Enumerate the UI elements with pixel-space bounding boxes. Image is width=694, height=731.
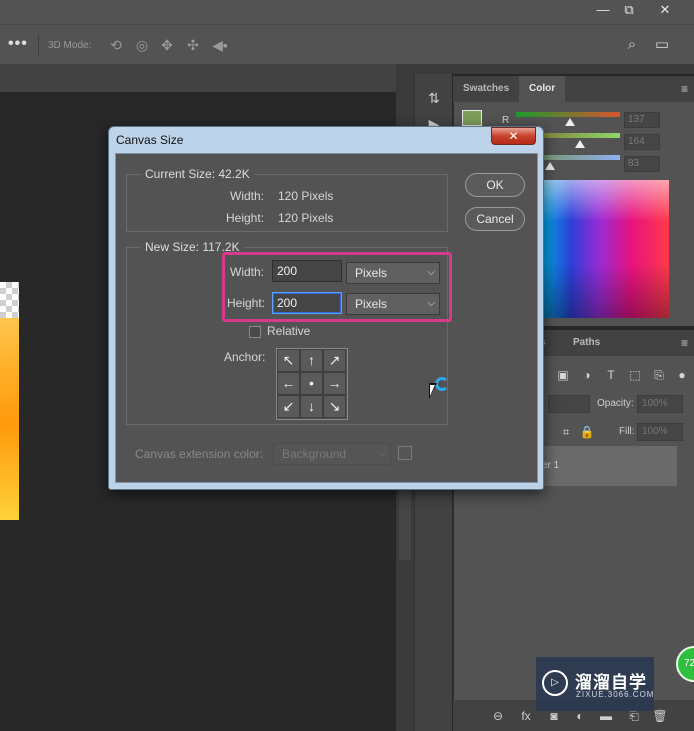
history-icon[interactable]: ⇅ [424,88,444,108]
current-width-value: 120 Pixels [278,189,334,203]
filter-toggle-icon[interactable]: ● [674,367,690,383]
annotation-highlight-box [222,252,452,322]
roll-3d-icon[interactable]: ◎ [132,35,152,55]
layer-row[interactable]: er 1 [538,446,677,486]
extension-color-value: Background [282,447,347,461]
anchor-top-right-icon[interactable]: ↗ [323,349,346,372]
panel-menu-icon[interactable]: ≡ [681,82,688,96]
dock-collapse-bar[interactable] [414,64,694,74]
color-spectrum-field[interactable] [543,180,669,318]
anchor-top-icon[interactable]: ↑ [300,349,323,372]
fill-label: Fill: [619,426,635,437]
dialog-close-button[interactable]: ✕ [491,127,536,145]
red-slider[interactable] [516,112,620,117]
more-options-button[interactable]: ••• [8,35,28,53]
red-value-field[interactable]: 137 [624,112,660,128]
cancel-button[interactable]: Cancel [465,207,525,231]
search-icon[interactable]: ⌕ [622,35,642,55]
extension-color-select[interactable]: Background ⌵ [273,443,391,465]
restore-button[interactable]: ⧉ [614,0,644,20]
anchor-grid: ↖ ↑ ↗ ← • → ↙ ↓ ↘ [276,348,348,420]
opacity-field[interactable]: 100% [637,395,683,413]
green-slider-thumb[interactable] [575,140,585,148]
ok-button[interactable]: OK [465,173,525,197]
busy-cursor-icon [435,377,449,391]
watermark-play-icon: ▷ [542,670,568,696]
blend-mode-select[interactable] [548,395,590,413]
orbit-3d-icon[interactable]: ⟲ [106,35,126,55]
link-layers-icon[interactable]: ⊖ [490,708,506,724]
layers-panel-menu-icon[interactable]: ≡ [681,336,688,350]
drag-3d-icon[interactable]: ✥ [157,35,177,55]
foreground-color-swatch[interactable] [462,110,482,126]
lock-icon[interactable]: 🔒 [579,424,595,440]
transparency-checker [0,282,19,318]
lock-position-icon[interactable]: ⌗ [558,424,574,440]
close-window-button[interactable]: ✕ [650,0,680,20]
anchor-bottom-icon[interactable]: ↓ [300,395,323,418]
opacity-label: Opacity: [597,398,634,409]
anchor-right-icon[interactable]: → [323,372,346,395]
green-value-field[interactable]: 164 [624,134,660,150]
tab-paths[interactable]: Paths [563,330,610,356]
shape-filter-icon[interactable]: ⬚ [627,367,643,383]
tab-swatches[interactable]: Swatches [453,76,519,102]
chevron-down-icon: ⌵ [378,448,386,459]
3d-mode-label: 3D Mode: [48,40,92,51]
blue-value-field[interactable]: 83 [624,156,660,172]
blue-slider-thumb[interactable] [545,162,555,170]
relative-label: Relative [267,324,311,338]
anchor-left-icon[interactable]: ← [277,372,300,395]
fill-field[interactable]: 100% [637,423,683,441]
app-titlebar: — ⧉ ✕ [0,0,694,24]
red-slider-thumb[interactable] [565,118,575,126]
fx-icon[interactable]: fx [518,708,534,724]
current-height-value: 120 Pixels [278,211,334,225]
current-size-label: Current Size: 42.2K [141,167,254,181]
anchor-bottom-right-icon[interactable]: ↘ [323,395,346,418]
channel-r-label: R [502,115,510,126]
options-bar: ••• 3D Mode: ⟲ ◎ ✥ ✣ ◀▪ ⌕ ▭ [0,24,694,64]
slide-3d-icon[interactable]: ✣ [183,35,203,55]
relative-checkbox[interactable] [249,326,261,338]
extension-color-swatch[interactable] [398,446,412,460]
mouse-cursor-fill [430,385,435,396]
document-tab-strip [0,64,396,92]
workspace-icon[interactable]: ▭ [652,35,672,55]
smart-object-filter-icon[interactable]: ⎘ [651,367,667,383]
color-panel-tabs: Swatches Color ≡ [453,76,694,102]
extension-color-label: Canvas extension color: [135,447,264,461]
divider [38,35,39,55]
watermark-subtitle: ZIXUE.3066.COM [576,690,655,699]
current-height-label: Height: [226,211,265,225]
anchor-center-icon[interactable]: • [300,372,323,395]
tab-color[interactable]: Color [519,76,566,102]
current-width-label: Width: [230,189,265,203]
anchor-label: Anchor: [224,350,266,364]
adjustment-filter-icon[interactable]: ◑ [579,367,595,383]
anchor-bottom-left-icon[interactable]: ↙ [277,395,300,418]
image-filter-icon[interactable]: ▣ [555,367,571,383]
anchor-top-left-icon[interactable]: ↖ [277,349,300,372]
delete-layer-icon[interactable]: 🗑 [652,708,668,724]
type-filter-icon[interactable]: T [603,367,619,383]
scale-3d-icon[interactable]: ◀▪ [210,35,230,55]
dialog-title: Canvas Size [116,133,184,147]
